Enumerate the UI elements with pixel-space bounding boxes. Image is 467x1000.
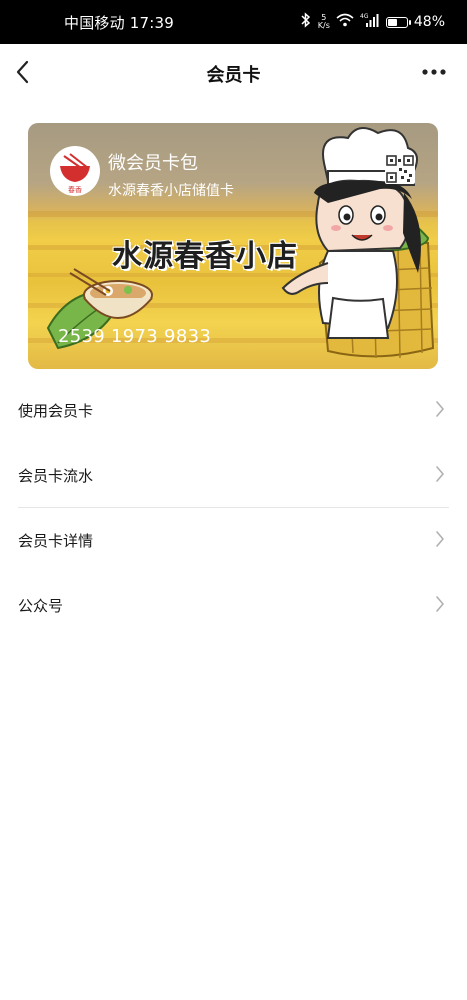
wifi-icon (336, 13, 354, 31)
menu-item-use-card[interactable]: 使用会员卡 (0, 378, 467, 443)
chevron-right-icon (436, 596, 444, 612)
more-horizontal-icon (422, 69, 446, 75)
shop-name: 水源春香小店 (112, 239, 298, 274)
menu-item-label: 会员卡流水 (18, 467, 94, 485)
menu-item-label: 公众号 (18, 597, 64, 615)
chevron-right-icon (436, 531, 444, 547)
card-number: 2539 1973 9833 (58, 326, 212, 347)
card-menu-list: 使用会员卡 会员卡流水 会员卡详情 公众号 (0, 378, 467, 638)
logo-text: 春香 (68, 185, 82, 194)
network-type: 4G (360, 13, 369, 20)
network-speed: 5 K/s (318, 14, 330, 30)
carrier-time: 中国移动 17:39 (64, 14, 174, 32)
member-card[interactable]: 春香 微会员卡包 水源春香小店储值卡 水源春香小店 2539 1973 9833 (28, 123, 438, 369)
menu-item-label: 会员卡详情 (18, 532, 94, 550)
page-title: 会员卡 (206, 65, 261, 86)
chevron-right-icon (436, 466, 444, 482)
status-bar: 中国移动 17:39 5 K/s 4G 48% (0, 0, 467, 44)
menu-item-official-account[interactable]: 公众号 (0, 573, 467, 638)
menu-item-label: 使用会员卡 (18, 402, 94, 420)
net-speed-unit: K/s (317, 21, 330, 30)
menu-item-card-details[interactable]: 会员卡详情 (0, 508, 467, 573)
more-button[interactable] (419, 60, 449, 84)
bluetooth-icon (300, 12, 312, 32)
card-brand: 微会员卡包 (108, 153, 198, 174)
battery-percent: 48% (413, 14, 445, 30)
shop-logo: 春香 (50, 146, 100, 196)
menu-item-card-transactions[interactable]: 会员卡流水 (0, 443, 467, 508)
status-icons: 5 K/s 4G 48% (300, 10, 445, 34)
battery-icon (385, 16, 411, 28)
card-subtitle: 水源春香小店储值卡 (108, 183, 234, 199)
nav-bar: 会员卡 (0, 44, 467, 102)
qr-code-icon[interactable] (385, 154, 415, 184)
signal-icon: 4G (360, 12, 380, 32)
chevron-right-icon (436, 401, 444, 417)
